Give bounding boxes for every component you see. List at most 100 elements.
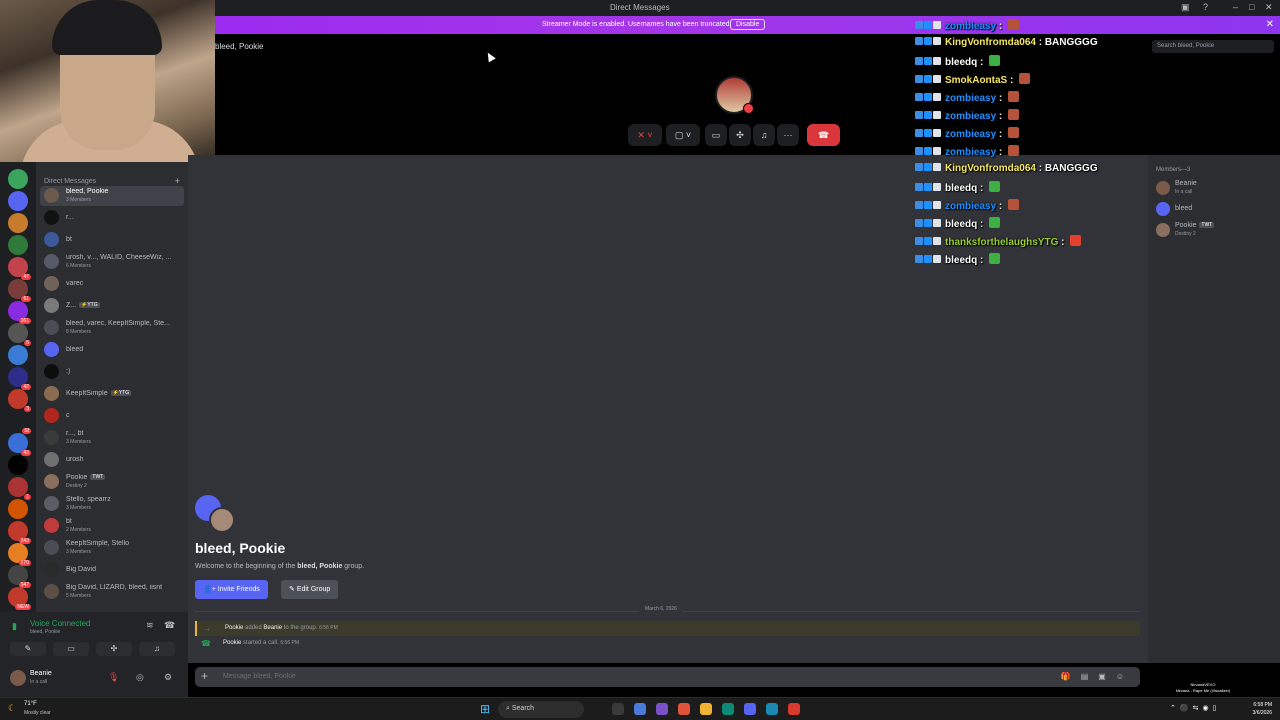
inbox-icon[interactable]: ▣ — [1181, 2, 1190, 13]
server-icon[interactable] — [8, 235, 28, 255]
mic-muted-icon[interactable]: 🎙 — [108, 672, 119, 683]
app-icon[interactable] — [634, 703, 646, 715]
app-icon[interactable] — [722, 703, 734, 715]
dm-list-item[interactable]: bleed — [40, 340, 184, 360]
app-icon[interactable] — [766, 703, 778, 715]
member-item[interactable]: Pookie TWT Destiny 2 — [1156, 221, 1276, 241]
weather-icon[interactable]: ☾ — [8, 703, 16, 714]
more-options-button[interactable]: ··· — [777, 124, 799, 146]
dm-list-item[interactable]: KeepItSimple ⚡YTG — [40, 384, 184, 404]
camera-toggle-button[interactable]: ▢ ˅ — [666, 124, 700, 146]
activities-button[interactable]: ✣ — [729, 124, 751, 146]
help-icon[interactable]: ? — [1203, 2, 1208, 12]
mute-toggle-button[interactable]: ✕ ˅ — [628, 124, 662, 146]
screen-share-icon[interactable]: ▭ — [53, 642, 89, 656]
task-view-icon[interactable] — [612, 703, 624, 715]
server-icon[interactable]: 5 — [8, 323, 31, 346]
server-icon[interactable]: 170 — [8, 543, 31, 566]
server-icon[interactable] — [8, 455, 28, 475]
dm-list-item[interactable]: Z... ⚡YTG — [40, 296, 184, 316]
avatar — [44, 298, 59, 313]
chat-badge-icon — [933, 111, 941, 119]
dm-list-item[interactable]: Stello, spearrz 3 Members — [40, 494, 184, 514]
server-icon[interactable]: 243 — [8, 521, 31, 544]
avatar[interactable] — [10, 670, 26, 686]
server-icon[interactable] — [8, 499, 28, 519]
leave-call-button[interactable]: ☎ — [807, 124, 840, 146]
close-banner-icon[interactable]: ✕ — [1266, 19, 1274, 30]
server-icon[interactable]: 42 — [8, 367, 31, 390]
server-icon[interactable]: 61 — [8, 279, 31, 302]
server-icon[interactable] — [8, 169, 28, 189]
taskbar-search[interactable]: ⌕ Search — [498, 701, 584, 718]
soundboard-icon[interactable]: ♫ — [139, 642, 175, 656]
server-icon[interactable]: 42 — [8, 433, 31, 456]
dm-list-item[interactable]: bt — [40, 230, 184, 250]
soundboard-button[interactable]: ♫ — [753, 124, 775, 146]
msg-target[interactable]: Beanie — [263, 625, 282, 631]
attach-plus-icon[interactable]: + — [201, 669, 208, 683]
dm-list-item[interactable]: urosh, v..., WALID, CheeseWiz, ... 6 Memb… — [40, 252, 184, 272]
msg-actor[interactable]: Pookie — [225, 625, 243, 631]
server-icon[interactable]: 1 — [8, 477, 31, 500]
app-icon[interactable] — [678, 703, 690, 715]
avatar — [44, 386, 59, 401]
dm-list-item[interactable]: Big David, LIZARD, bleed, iisnt 5 Members — [40, 582, 184, 602]
system-tray[interactable]: ⌃⚫⇆◉▯ — [1170, 704, 1220, 712]
dm-list-item[interactable]: r... — [40, 208, 184, 228]
msg-actor[interactable]: Pookie — [223, 640, 241, 646]
server-icon[interactable]: 3 — [8, 389, 31, 412]
dm-list-item[interactable]: bleed, varec, KeepItSimple, Ste... 8 Memb… — [40, 318, 184, 338]
search-input[interactable]: Search bleed, Pookie — [1152, 40, 1274, 53]
dm-list-item[interactable]: bt 2 Members — [40, 516, 184, 536]
dm-list-item[interactable]: KeepItSimple, Stello 3 Members — [40, 538, 184, 558]
composer-tools[interactable]: 🎁▤▣☺ — [1061, 672, 1134, 681]
close-icon[interactable]: ✕ — [1265, 2, 1273, 13]
screen-share-button[interactable]: ▭ — [705, 124, 727, 146]
server-icon[interactable]: 47 — [8, 257, 31, 280]
noise-suppression-icon[interactable]: ≋ — [146, 620, 154, 631]
dm-list-item[interactable]: c — [40, 406, 184, 426]
disconnect-icon[interactable]: ☎ — [164, 620, 175, 631]
headphones-icon[interactable]: ◎ — [136, 672, 144, 683]
call-participant-avatar[interactable] — [715, 76, 754, 114]
folder-icon[interactable] — [700, 703, 712, 715]
minimize-icon[interactable]: – — [1233, 2, 1238, 12]
new-dm-icon[interactable]: + — [175, 176, 180, 186]
dm-list-item[interactable]: varec — [40, 274, 184, 294]
start-icon[interactable]: ⊞ — [480, 703, 492, 715]
edit-group-button[interactable]: ✎ Edit Group — [281, 580, 339, 599]
phone-icon: ☎ — [201, 639, 211, 648]
weather-temp[interactable]: 71°F — [24, 701, 37, 707]
activities-icon[interactable]: ✣ — [96, 642, 132, 656]
dm-list-item[interactable]: r..., bt 3 Members — [40, 428, 184, 448]
disable-streamer-mode-button[interactable]: Disable — [730, 19, 766, 30]
dm-list-item[interactable]: :) — [40, 362, 184, 382]
server-icon[interactable]: 161 — [8, 301, 31, 324]
dm-list-item[interactable]: bleed, Pookie 3 Members — [40, 186, 184, 206]
server-badge: 3 — [24, 406, 31, 412]
server-icon[interactable]: 347 — [8, 565, 31, 588]
clock[interactable]: 6:58 PM 3/6/2026 — [1253, 701, 1272, 717]
invite-friends-button[interactable]: 👤+ Invite Friends — [195, 580, 268, 599]
app-icon[interactable] — [788, 703, 800, 715]
server-icon[interactable]: NEW — [8, 587, 31, 610]
dm-list-item[interactable]: urosh — [40, 450, 184, 470]
dm-list-item[interactable]: Big David — [40, 560, 184, 580]
app-icon[interactable] — [656, 703, 668, 715]
member-item[interactable]: Beanie In a call — [1156, 179, 1276, 199]
camera-off-icon[interactable]: ✎ — [10, 642, 46, 656]
discord-icon[interactable] — [744, 703, 756, 715]
signal-icon: ▮ — [12, 621, 17, 631]
member-item[interactable]: bleed — [1156, 200, 1276, 220]
server-icon[interactable] — [8, 213, 28, 233]
server-icon[interactable]: Sf — [8, 411, 31, 434]
maximize-icon[interactable]: □ — [1249, 2, 1254, 12]
settings-gear-icon[interactable]: ⚙ — [164, 672, 172, 683]
server-icon[interactable] — [8, 345, 28, 365]
message-composer[interactable]: + Message bleed, Pookie 🎁▤▣☺ — [195, 667, 1140, 687]
server-icon[interactable] — [8, 191, 28, 211]
dm-list-item[interactable]: Pookie TWT Destiny 2 — [40, 472, 184, 492]
message-input[interactable]: Message bleed, Pookie — [223, 673, 296, 680]
voice-status[interactable]: Voice Connected — [30, 619, 91, 628]
